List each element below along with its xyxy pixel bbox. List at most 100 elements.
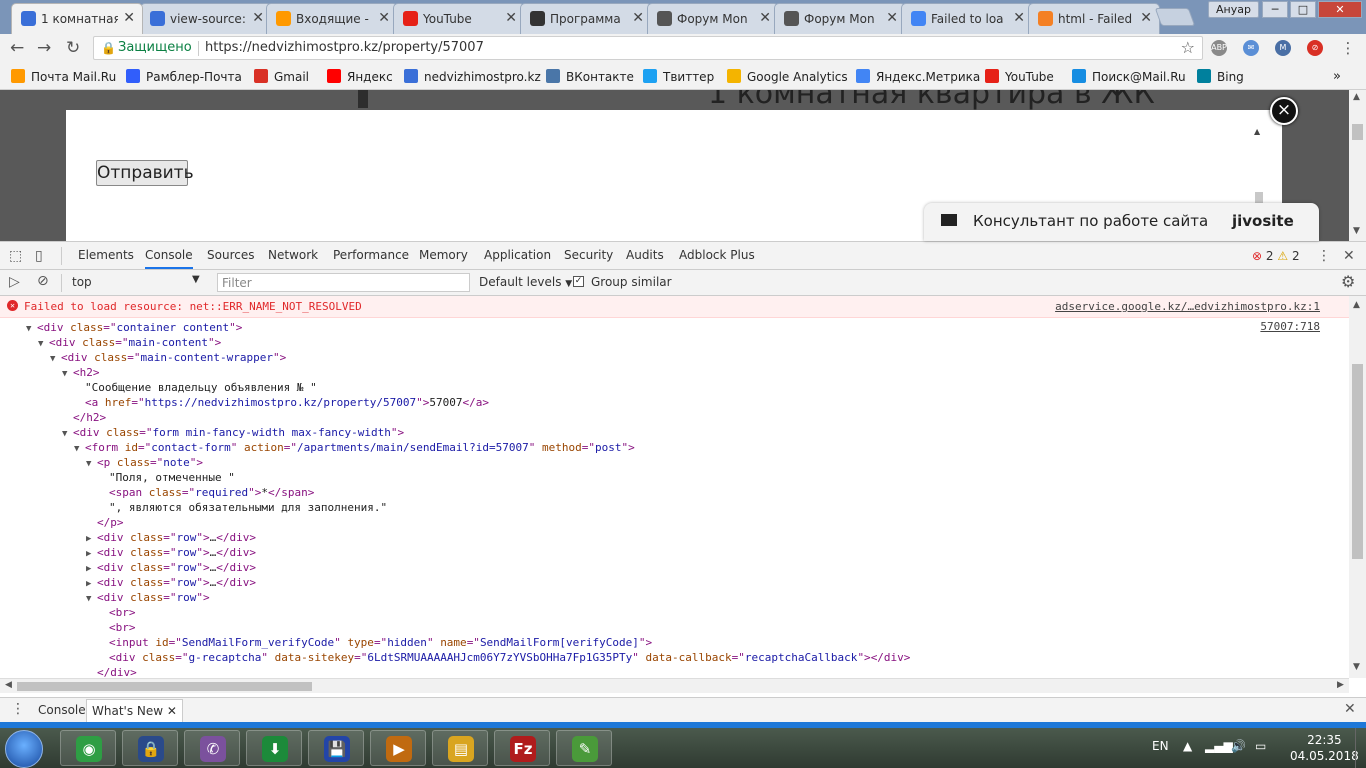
context-selector[interactable]: top [72, 275, 92, 289]
dom-tree-line[interactable]: </h2> [62, 410, 106, 425]
dom-tree-line[interactable]: ▶ <div class="row">…</div> [86, 530, 256, 545]
taskbar-lock-app[interactable]: 🔒 [122, 730, 178, 766]
bookmark-3[interactable]: Gmail [254, 69, 309, 84]
dom-tree-line[interactable]: ▶ <div class="row">…</div> [86, 560, 256, 575]
dom-tree-line[interactable]: ▼ <div class="container content"> [26, 320, 242, 335]
close-icon[interactable]: ✕ [167, 704, 177, 718]
language-indicator[interactable]: EN [1152, 739, 1169, 753]
collapse-arrow-icon[interactable]: ▼ [26, 322, 37, 337]
scroll-up-icon[interactable]: ▲ [1254, 127, 1260, 136]
issue-counter[interactable]: ⊗ 2 ⚠ 2 [1252, 249, 1300, 263]
bookmark-6[interactable]: ВКонтакте [546, 69, 634, 84]
dom-tree-line[interactable]: "Сообщение владельцу объявления № " [74, 380, 317, 395]
devtools-tab-performance[interactable]: Performance [333, 248, 409, 262]
error-source-link[interactable]: adservice.google.kz/…edvizhimostpro.kz:1 [1055, 300, 1320, 313]
maximize-button[interactable]: □ [1290, 1, 1316, 18]
dom-tree-line[interactable]: "Поля, отмеченные " [98, 470, 235, 485]
window-close-button[interactable]: ✕ [1318, 1, 1362, 18]
close-icon[interactable]: ✕ [1140, 10, 1152, 26]
scroll-right-icon[interactable]: ▶ [1337, 680, 1344, 690]
devtools-tab-network[interactable]: Network [268, 248, 318, 262]
reload-icon[interactable]: ↻ [66, 38, 80, 58]
dom-tree-line[interactable]: ▼ <h2> [62, 365, 100, 380]
sidebar-toggle-icon[interactable]: ▷ [9, 274, 20, 290]
back-arrow-icon[interactable]: ← [10, 38, 24, 58]
collapse-arrow-icon[interactable]: ▼ [62, 367, 73, 382]
log-source-link[interactable]: 57007:718 [1260, 320, 1320, 333]
collapse-arrow-icon[interactable]: ▼ [86, 457, 97, 472]
mail-extension-icon[interactable]: ✉ [1243, 40, 1259, 56]
dom-tree-line[interactable]: ▼ <div class="main-content-wrapper"> [50, 350, 286, 365]
collapse-arrow-icon[interactable]: ▼ [50, 352, 61, 367]
dom-tree-line[interactable]: </p> [86, 515, 124, 530]
tab-4[interactable]: YouTube ✕ [393, 3, 525, 34]
dom-tree-line[interactable]: </div> [86, 665, 137, 678]
console-hscrollbar[interactable]: ◀ ▶ [0, 678, 1349, 693]
address-bar[interactable]: 🔒 Защищено https://nedvizhimostpro.kz/pr… [93, 36, 1203, 60]
jivosite-chat-widget[interactable]: Консультант по работе сайта jivosite [924, 203, 1319, 241]
bookmarks-overflow-icon[interactable]: » [1333, 69, 1341, 84]
page-scrollbar[interactable]: ▲ ▼ [1349, 90, 1366, 241]
tab-2[interactable]: view-source: ✕ [140, 3, 272, 34]
bookmark-5[interactable]: nedvizhimostpro.kz [404, 69, 541, 84]
inspect-element-icon[interactable]: ⬚ [9, 248, 22, 264]
scroll-down-icon[interactable]: ▼ [1353, 226, 1360, 236]
bookmark-8[interactable]: Google Analytics [727, 69, 848, 84]
devtools-tab-security[interactable]: Security [564, 248, 613, 262]
dom-tree-line[interactable]: ▶ <div class="row">…</div> [86, 575, 256, 590]
close-icon[interactable]: ✕ [759, 10, 771, 26]
bookmark-11[interactable]: Поиск@Mail.Ru [1072, 69, 1186, 84]
drawer-tab-console[interactable]: Console [38, 703, 86, 717]
bookmark-10[interactable]: YouTube [985, 69, 1054, 84]
modal-close-button[interactable]: × [1270, 97, 1298, 125]
close-icon[interactable]: ✕ [252, 10, 264, 26]
bookmark-2[interactable]: Рамблер-Почта [126, 69, 242, 84]
dom-tree-line[interactable]: ▼ <p class="note"> [86, 455, 203, 470]
devtools-tab-audits[interactable]: Audits [626, 248, 664, 262]
scroll-up-icon[interactable]: ▲ [1353, 92, 1360, 102]
devtools-tab-adblock-plus[interactable]: Adblock Plus [679, 248, 755, 262]
taskbar-viber[interactable]: ✆ [184, 730, 240, 766]
devtools-tab-application[interactable]: Application [484, 248, 551, 262]
network-icon[interactable]: ▂▄▆ [1205, 739, 1233, 753]
tab-8[interactable]: Failed to loa ✕ [901, 3, 1033, 34]
system-clock[interactable]: 22:35 04.05.2018 [1290, 732, 1359, 764]
forward-arrow-icon[interactable]: → [37, 38, 51, 58]
taskbar-chrome[interactable]: ◉ [60, 730, 116, 766]
send-button[interactable]: Отправить [96, 160, 194, 186]
scroll-left-icon[interactable]: ◀ [5, 680, 12, 690]
drawer-close-icon[interactable]: ✕ [1344, 701, 1356, 717]
new-tab-button[interactable] [1154, 8, 1196, 26]
start-button[interactable] [5, 730, 43, 768]
console-hscroll-thumb[interactable] [17, 682, 312, 691]
scroll-up-icon[interactable]: ▲ [1353, 300, 1360, 310]
page-scroll-thumb[interactable] [1352, 124, 1363, 140]
taskbar-notepad[interactable]: ✎ [556, 730, 612, 766]
dom-tree-line[interactable]: ▼ <div class="main-content"> [38, 335, 221, 350]
bookmark-7[interactable]: Твиттер [643, 69, 714, 84]
devtools-tab-sources[interactable]: Sources [207, 248, 254, 262]
tab-7[interactable]: Форум Mon ✕ [774, 3, 906, 34]
close-icon[interactable]: ✕ [123, 10, 135, 26]
dom-tree-line[interactable]: <input id="SendMailForm_verifyCode" type… [98, 635, 652, 650]
close-icon[interactable]: ✕ [886, 10, 898, 26]
taskbar-media-player[interactable]: ▶ [370, 730, 426, 766]
log-levels-dropdown[interactable]: Default levels ▼ [479, 275, 572, 289]
url-text[interactable]: https://nedvizhimostpro.kz/property/5700… [205, 40, 484, 55]
dom-tree-line[interactable]: ▶ <div class="row">…</div> [86, 545, 256, 560]
dom-tree-line[interactable]: ", являются обязательными для заполнения… [98, 500, 387, 515]
devtools-tab-elements[interactable]: Elements [78, 248, 134, 262]
dom-tree-line[interactable]: <a href="https://nedvizhimostpro.kz/prop… [74, 395, 489, 410]
bookmark-4[interactable]: Яндекс [327, 69, 393, 84]
devtools-menu-icon[interactable]: ⋮ [1317, 248, 1331, 264]
console-scrollbar[interactable]: ▲ ▼ [1349, 296, 1366, 678]
close-icon[interactable]: ✕ [1013, 10, 1025, 26]
collapse-arrow-icon[interactable]: ▼ [38, 337, 49, 352]
bookmark-star-icon[interactable]: ☆ [1181, 38, 1195, 57]
gmail-extension-icon[interactable]: M [1275, 40, 1291, 56]
chrome-menu-icon[interactable]: ⋮ [1340, 40, 1356, 56]
close-icon[interactable]: ✕ [632, 10, 644, 26]
tab-1[interactable]: 1 комнатная ✕ [11, 3, 143, 34]
collapse-arrow-icon[interactable]: ▼ [74, 442, 85, 457]
profile-badge[interactable]: Ануар [1208, 1, 1259, 18]
